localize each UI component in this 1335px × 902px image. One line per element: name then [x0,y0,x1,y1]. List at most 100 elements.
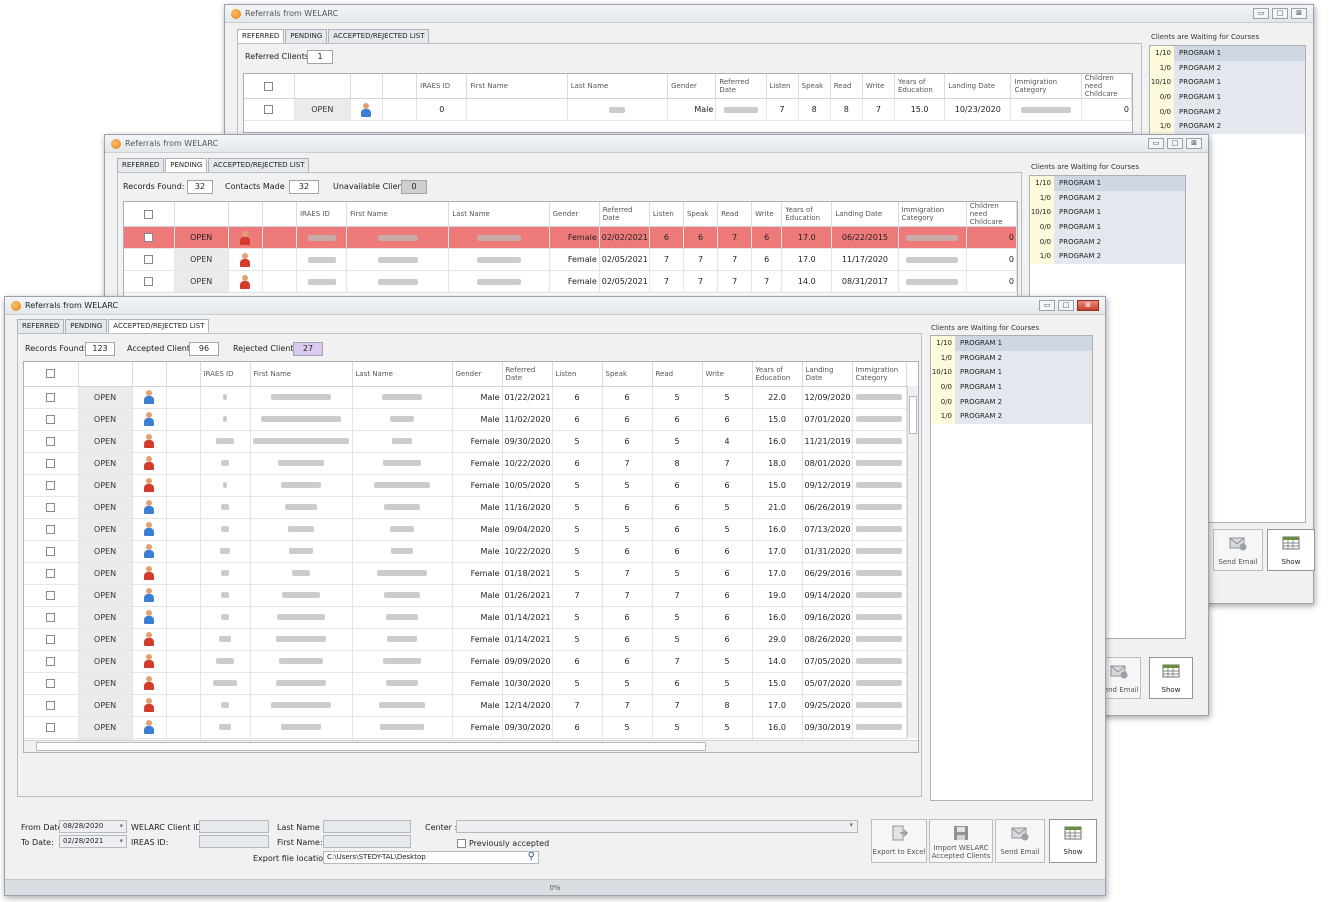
col-landing-date[interactable]: Landing Date [831,202,899,227]
dropdown-arrow-icon[interactable]: ▾ [849,821,853,829]
course-item[interactable]: 0/0 PROGRAM 2 [931,394,1092,409]
row-checkbox[interactable] [46,502,56,512]
minimize-button[interactable]: ▭ [1253,8,1269,19]
status-cell[interactable]: OPEN [78,562,133,585]
status-cell[interactable]: OPEN [78,518,133,541]
row-checkbox[interactable] [46,612,56,622]
previously-accepted-checkbox[interactable] [457,839,466,848]
vertical-scrollbar[interactable] [907,386,918,738]
course-item[interactable]: 0/0 PROGRAM 1 [1030,219,1185,235]
table-row[interactable]: OPEN 0 Male 7 8 8 7 15.0 10/23/2020 0 [244,98,1132,121]
course-item[interactable]: 1/0 PROGRAM 2 [1030,190,1185,206]
row-checkbox[interactable] [46,568,56,578]
col-speak[interactable]: Speak [798,74,831,99]
table-row[interactable]: OPEN Female 10/05/2020 5 5 6 6 15.0 09/12/2019 [24,474,907,497]
course-item[interactable]: 1/10 PROGRAM 1 [1150,46,1305,61]
table-row[interactable]: OPEN Female 02/05/2021 7 7 7 7 14.0 08/31/2017 0 [124,270,1017,293]
col-select[interactable] [124,202,175,227]
course-item[interactable]: 10/10 PROGRAM 1 [931,365,1092,380]
col-years-education[interactable]: Years of Education [894,74,946,99]
table-row[interactable]: OPEN Female 02/05/2021 7 7 7 6 17.0 11/17/2020 0 [124,248,1017,271]
ireas-id-field[interactable] [199,835,269,848]
col-write[interactable]: Write [751,202,783,227]
col-first-name[interactable]: First Name [250,362,353,387]
course-item[interactable]: 0/0 PROGRAM 2 [1150,104,1305,119]
col-first-name[interactable]: First Name [346,202,450,227]
table-row[interactable]: OPEN Female 10/22/2020 6 7 8 7 18.0 08/01/2020 [24,452,907,475]
send-email-button[interactable]: Send Email [1213,529,1263,571]
course-item[interactable]: 0/0 PROGRAM 2 [1030,234,1185,249]
col-children-childcare[interactable]: Children need Childcare [1081,74,1132,99]
table-row[interactable]: OPEN Male 12/14/2020 7 7 7 8 17.0 09/25/2020 [24,694,907,717]
row-checkbox[interactable] [46,524,56,534]
course-item[interactable]: 0/0 PROGRAM 1 [1150,89,1305,105]
status-cell[interactable]: OPEN [78,430,133,453]
status-cell[interactable]: OPEN [78,672,133,695]
col-listen[interactable]: Listen [766,74,799,99]
table-row[interactable]: OPEN Male 09/04/2020 5 5 6 5 16.0 07/13/2020 [24,518,907,541]
col-years-education[interactable]: Years of Education [752,362,803,387]
status-cell[interactable]: OPEN [174,270,229,293]
course-item[interactable]: 0/0 PROGRAM 1 [931,379,1092,395]
col-last-name[interactable]: Last Name [567,74,669,99]
status-cell[interactable]: OPEN [174,248,229,271]
status-cell[interactable]: OPEN [78,694,133,717]
status-cell[interactable]: OPEN [78,452,133,475]
row-checkbox[interactable] [46,546,56,556]
select-all-checkbox[interactable] [144,209,154,219]
col-gender[interactable]: Gender [452,362,503,387]
col-select[interactable] [24,362,79,387]
close-button[interactable]: ⊠ [1077,300,1099,311]
table-row[interactable]: OPEN Female 01/18/2021 5 7 5 6 17.0 06/29/2016 [24,562,907,585]
course-item[interactable]: 1/10 PROGRAM 1 [1030,176,1185,191]
table-row[interactable]: OPEN Male 11/02/2020 6 6 6 6 15.0 07/01/2020 [24,408,907,431]
row-checkbox[interactable] [46,678,56,688]
col-referred-date[interactable]: Referred Date [715,74,767,99]
col-years-education[interactable]: Years of Education [781,202,833,227]
col-read[interactable]: Read [717,202,753,227]
show-button[interactable]: Show [1049,819,1097,863]
row-checkbox[interactable] [46,590,56,600]
course-item[interactable]: 1/0 PROGRAM 2 [931,408,1092,424]
table-row[interactable]: OPEN Female 10/30/2020 5 5 6 5 15.0 05/07/2020 [24,672,907,695]
tab-referred[interactable]: REFERRED [237,29,285,43]
status-cell[interactable]: OPEN [78,474,133,497]
course-item[interactable]: 1/0 PROGRAM 2 [1150,60,1305,76]
to-date-field[interactable]: 02/28/2021 ▾ [59,835,127,848]
horizontal-scrollbar[interactable] [24,740,918,752]
maximize-button[interactable]: □ [1272,8,1288,19]
table-row[interactable]: OPEN Female 09/30/2020 5 6 5 4 16.0 11/21/2019 [24,430,907,453]
minimize-button[interactable]: ▭ [1148,138,1164,149]
close-button[interactable]: ⊠ [1291,8,1307,19]
status-cell[interactable]: OPEN [78,584,133,607]
col-referred-date[interactable]: Referred Date [599,202,650,227]
col-gender[interactable]: Gender [549,202,600,227]
scroll-thumb-h[interactable] [36,742,706,751]
col-landing-date[interactable]: Landing Date [944,74,1012,99]
last-name-field[interactable] [323,820,411,833]
course-item[interactable]: 10/10 PROGRAM 1 [1030,205,1185,220]
dropdown-arrow-icon[interactable]: ▾ [119,821,123,832]
col-listen[interactable]: Listen [552,362,603,387]
row-checkbox[interactable] [46,634,56,644]
col-immigration-category[interactable]: Immigration Category [1010,74,1082,99]
col-speak[interactable]: Speak [683,202,719,227]
status-cell[interactable]: OPEN [78,408,133,431]
tab-accepted-rejected[interactable]: ACCEPTED/REJECTED LIST [108,319,210,333]
tab-referred[interactable]: REFERRED [17,319,65,333]
row-checkbox[interactable] [144,277,154,286]
row-checkbox[interactable] [46,656,56,666]
tab-pending[interactable]: PENDING [165,158,208,172]
table-row[interactable]: OPEN Male 10/22/2020 5 6 6 6 17.0 01/31/2020 [24,540,907,563]
table-row[interactable]: OPEN Female 09/09/2020 6 6 7 5 14.0 07/05/2020 [24,650,907,673]
table-row[interactable]: OPEN Female 09/30/2020 6 5 5 5 16.0 09/30/2019 [24,716,907,739]
col-gender[interactable]: Gender [667,74,717,99]
maximize-button[interactable]: □ [1058,300,1074,311]
import-welarc-button[interactable]: Import WELARC Accepted Clients [929,819,993,863]
table-row[interactable]: OPEN Female 01/14/2021 5 6 5 6 29.0 08/26/2020 [24,628,907,651]
status-cell[interactable]: OPEN [78,606,133,629]
tab-accepted-rejected[interactable]: ACCEPTED/REJECTED LIST [328,29,430,43]
status-cell[interactable]: OPEN [78,628,133,651]
row-checkbox[interactable] [46,458,56,468]
status-cell[interactable]: OPEN [78,496,133,519]
